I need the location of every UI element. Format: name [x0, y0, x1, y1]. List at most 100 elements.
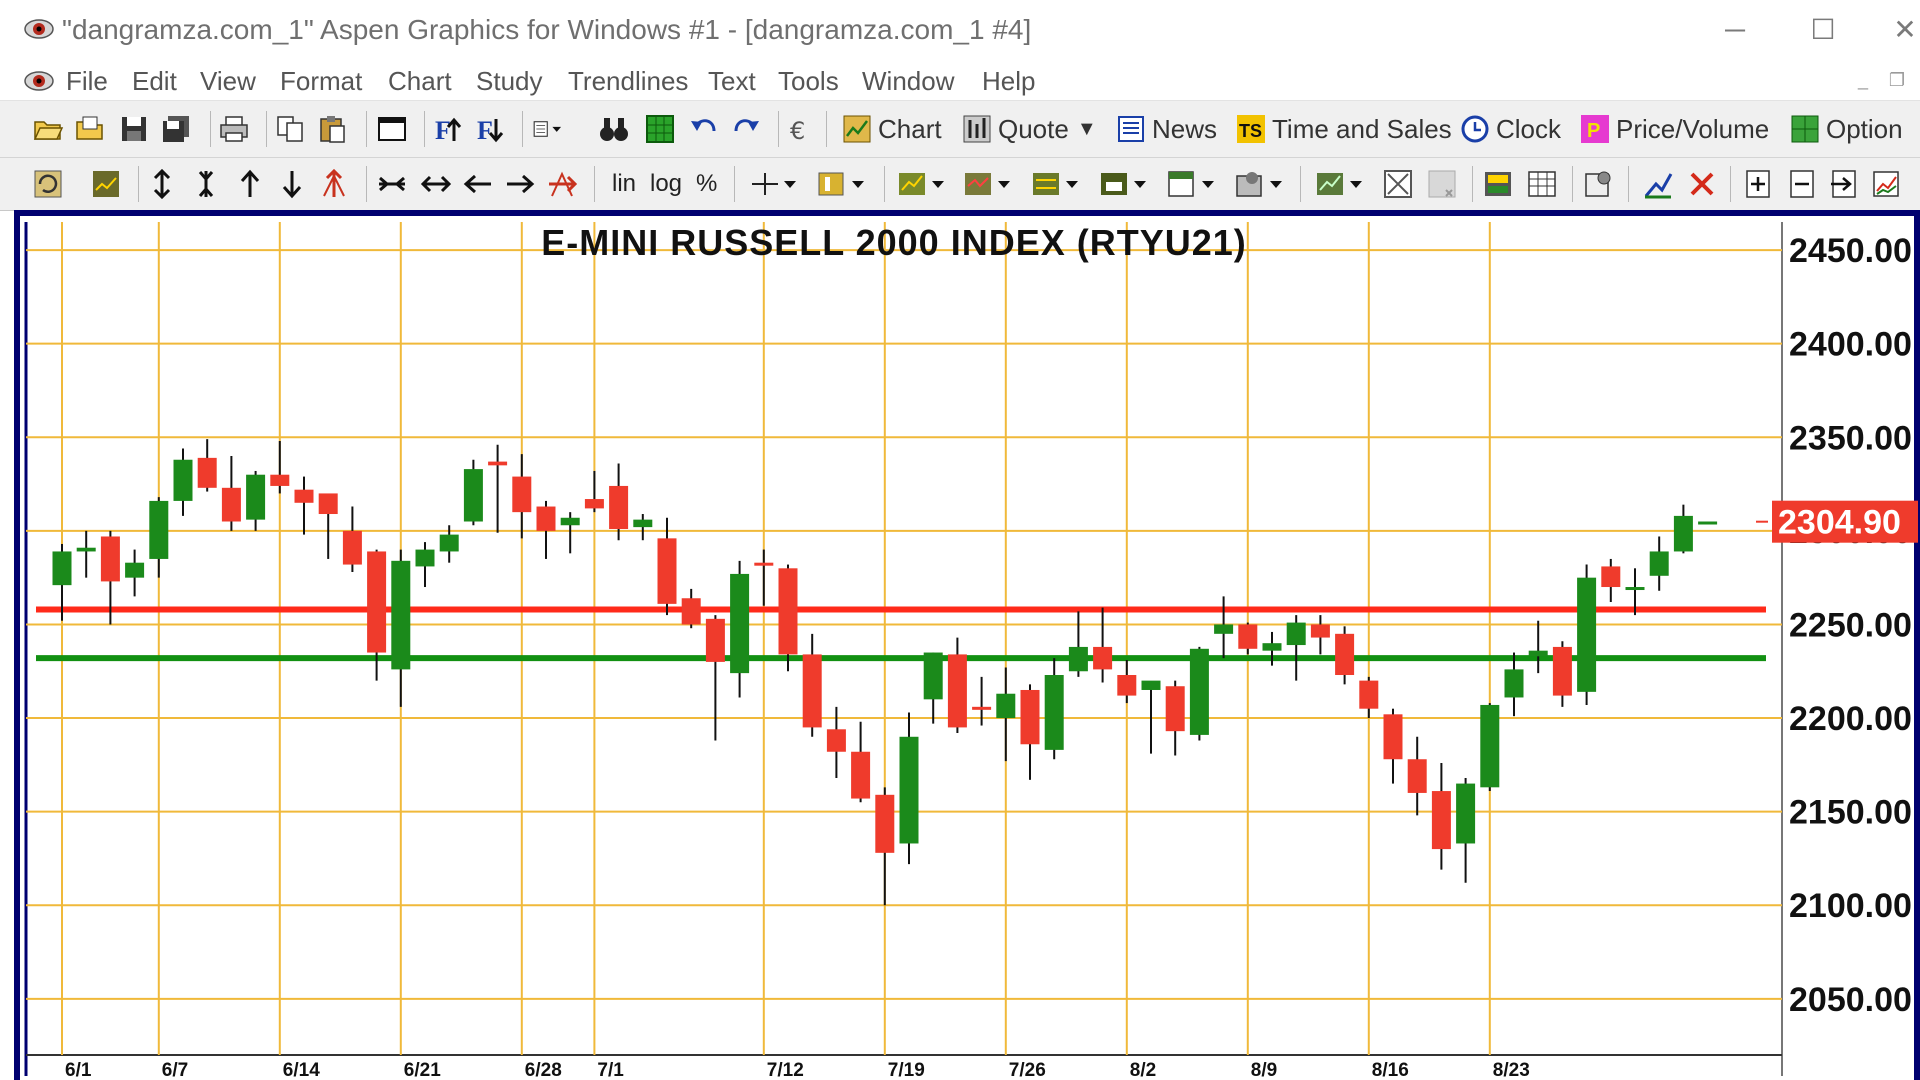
- chart-layers-dropdown-icon[interactable]: [1314, 168, 1370, 200]
- candle-body: [802, 654, 822, 728]
- chart-image-icon[interactable]: [1870, 168, 1902, 200]
- menu-help[interactable]: Help: [982, 66, 1035, 97]
- arrow-left-icon[interactable]: [462, 168, 494, 200]
- study-dropdown-icon-2[interactable]: [962, 168, 1018, 200]
- auto-scale-horizontal-icon[interactable]: [546, 168, 578, 200]
- close-button[interactable]: ✕: [1880, 10, 1920, 50]
- option-button[interactable]: Option: [1790, 111, 1903, 147]
- settings-page-icon[interactable]: [1582, 168, 1614, 200]
- delete-box-icon[interactable]: [1382, 168, 1414, 200]
- candle-body: [197, 457, 217, 488]
- remove-page-icon[interactable]: [1786, 168, 1818, 200]
- auto-scale-vertical-icon[interactable]: [318, 168, 350, 200]
- chart-style-icon[interactable]: [90, 168, 122, 200]
- menu-window[interactable]: Window: [862, 66, 954, 97]
- expand-vertical-icon[interactable]: [146, 168, 178, 200]
- log-scale-button[interactable]: log: [650, 168, 682, 200]
- euro-icon[interactable]: €: [784, 113, 816, 145]
- quote-board-icon[interactable]: [1482, 168, 1514, 200]
- menu-format[interactable]: Format: [280, 66, 362, 97]
- undo-icon[interactable]: [688, 113, 720, 145]
- mdi-minimize-button[interactable]: _: [1852, 70, 1874, 92]
- candle-body: [1552, 646, 1572, 696]
- minimize-button[interactable]: ─: [1710, 10, 1760, 50]
- linear-scale-button[interactable]: lin: [612, 168, 636, 200]
- mdi-restore-button[interactable]: ❐: [1886, 70, 1908, 92]
- candle-body: [100, 536, 120, 582]
- disabled-delete-icon[interactable]: [1426, 168, 1458, 200]
- arrow-down-icon[interactable]: [276, 168, 308, 200]
- date-tick-label: 8/16: [1372, 1060, 1409, 1080]
- arrow-up-icon[interactable]: [234, 168, 266, 200]
- quote-dropdown-icon[interactable]: ▼: [1077, 118, 1097, 141]
- candle-body: [972, 706, 992, 710]
- candlestick-chart[interactable]: 2050.002100.002150.002200.002250.002300.…: [14, 210, 1920, 1080]
- menu-tools[interactable]: Tools: [778, 66, 839, 97]
- price-tick-label: 2050.00: [1789, 981, 1912, 1019]
- export-page-icon[interactable]: [1828, 168, 1860, 200]
- add-page-icon[interactable]: [1742, 168, 1774, 200]
- chart-button[interactable]: Chart: [842, 111, 942, 147]
- properties-dropdown-icon[interactable]: [1234, 168, 1290, 200]
- page-dropdown-icon[interactable]: [1166, 168, 1222, 200]
- chart-toolbar: lin log %: [0, 158, 1920, 211]
- svg-text:TS: TS: [1239, 121, 1262, 141]
- compress-horizontal-icon[interactable]: [376, 168, 408, 200]
- refresh-chart-icon[interactable]: [32, 168, 64, 200]
- paste-icon[interactable]: [316, 113, 348, 145]
- menu-trendlines[interactable]: Trendlines: [568, 66, 688, 97]
- draw-trendline-icon[interactable]: [1642, 168, 1674, 200]
- clock-button[interactable]: Clock: [1460, 111, 1561, 147]
- arrow-right-icon[interactable]: [504, 168, 536, 200]
- candle-body: [681, 598, 701, 625]
- price-volume-icon: P: [1581, 115, 1609, 143]
- crosshair-dropdown-icon[interactable]: [748, 168, 804, 200]
- expand-horizontal-icon[interactable]: [420, 168, 452, 200]
- green-grid-icon[interactable]: [644, 113, 676, 145]
- news-button-label: News: [1152, 113, 1218, 144]
- price-volume-button[interactable]: P Price/Volume: [1580, 111, 1769, 147]
- bar-type-dropdown-icon[interactable]: [816, 168, 872, 200]
- compress-vertical-icon[interactable]: [190, 168, 222, 200]
- time-and-sales-button[interactable]: TS Time and Sales: [1236, 111, 1452, 147]
- price-axis-labels: 2050.002100.002150.002200.002250.002300.…: [1789, 232, 1912, 1019]
- document-eye-icon[interactable]: [24, 70, 54, 92]
- fill-up-icon[interactable]: F: [432, 113, 464, 145]
- maximize-button[interactable]: ☐: [1798, 10, 1848, 50]
- save-icon[interactable]: [118, 113, 150, 145]
- new-window-icon[interactable]: [376, 113, 408, 145]
- study-dropdown-icon-3[interactable]: [1030, 168, 1086, 200]
- redo-icon[interactable]: [730, 113, 762, 145]
- candle-body: [560, 517, 580, 526]
- candle-body: [996, 693, 1016, 719]
- quote-button[interactable]: Quote ▼: [962, 111, 1097, 147]
- percent-scale-button[interactable]: %: [696, 168, 717, 200]
- layout-dropdown-icon[interactable]: [532, 113, 564, 145]
- price-tick-label: 2250.00: [1789, 606, 1912, 644]
- menu-file[interactable]: File: [66, 66, 108, 97]
- save-all-icon[interactable]: [160, 113, 192, 145]
- overlay-dropdown-icon[interactable]: [1098, 168, 1154, 200]
- menu-edit[interactable]: Edit: [132, 66, 177, 97]
- delete-trendline-icon[interactable]: [1686, 168, 1718, 200]
- plot-area[interactable]: [26, 222, 1782, 1076]
- menu-chart[interactable]: Chart: [388, 66, 452, 97]
- candle-body: [294, 489, 314, 503]
- menu-text[interactable]: Text: [708, 66, 756, 97]
- open-folder-icon[interactable]: [32, 113, 64, 145]
- open-page-icon[interactable]: [74, 113, 106, 145]
- menu-view[interactable]: View: [200, 66, 256, 97]
- print-icon[interactable]: [218, 113, 250, 145]
- fill-down-icon[interactable]: F: [474, 113, 506, 145]
- news-button[interactable]: News: [1116, 111, 1217, 147]
- candle-body: [1504, 669, 1524, 698]
- copy-icon[interactable]: [274, 113, 306, 145]
- date-tick-label: 8/9: [1251, 1060, 1277, 1080]
- candle-body: [1020, 689, 1040, 745]
- candle-body: [439, 534, 459, 552]
- spreadsheet-icon[interactable]: [1526, 168, 1558, 200]
- menu-study[interactable]: Study: [476, 66, 543, 97]
- study-dropdown-icon-1[interactable]: [896, 168, 952, 200]
- find-binoculars-icon[interactable]: [598, 113, 630, 145]
- candle-body: [1673, 515, 1693, 552]
